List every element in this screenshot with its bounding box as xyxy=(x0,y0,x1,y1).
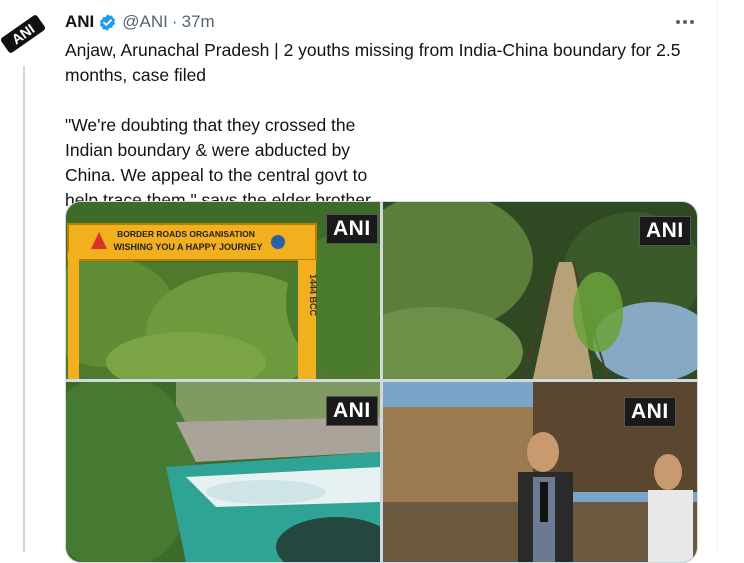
photo-interview[interactable]: ANI xyxy=(383,382,697,562)
sign-line-2: WISHING YOU A HAPPY JOURNEY xyxy=(113,242,262,252)
avatar[interactable]: ANI xyxy=(0,8,49,60)
photo-river[interactable]: ANI xyxy=(66,382,380,562)
photo-bro-sign[interactable]: BORDER ROADS ORGANISATION WISHING YOU A … xyxy=(66,202,380,379)
column-border xyxy=(717,0,718,552)
tweet-paragraph-1: Anjaw, Arunachal Pradesh | 2 youths miss… xyxy=(65,40,681,85)
more-horizontal-icon[interactable] xyxy=(674,12,696,32)
author-name[interactable]: ANI xyxy=(65,12,94,32)
ani-watermark: ANI xyxy=(326,214,378,244)
post-text: 1444 BCC xyxy=(308,274,318,317)
photo-jungle-bridge[interactable]: ANI xyxy=(383,202,697,379)
ani-watermark: ANI xyxy=(326,396,378,426)
sign-line-1: BORDER ROADS ORGANISATION xyxy=(117,229,255,239)
ani-watermark: ANI xyxy=(624,397,676,427)
thread-line xyxy=(23,66,25,552)
tweet-header: ANI @ANI · 37m xyxy=(65,10,215,34)
verified-badge-icon xyxy=(98,13,117,32)
ani-logo-icon: ANI xyxy=(0,8,49,60)
media-grid: BORDER ROADS ORGANISATION WISHING YOU A … xyxy=(65,201,698,563)
ani-watermark: ANI xyxy=(639,216,691,246)
tweet-timestamp[interactable]: 37m xyxy=(182,12,215,32)
author-handle[interactable]: @ANI xyxy=(122,12,168,32)
header-separator: · xyxy=(171,12,178,31)
